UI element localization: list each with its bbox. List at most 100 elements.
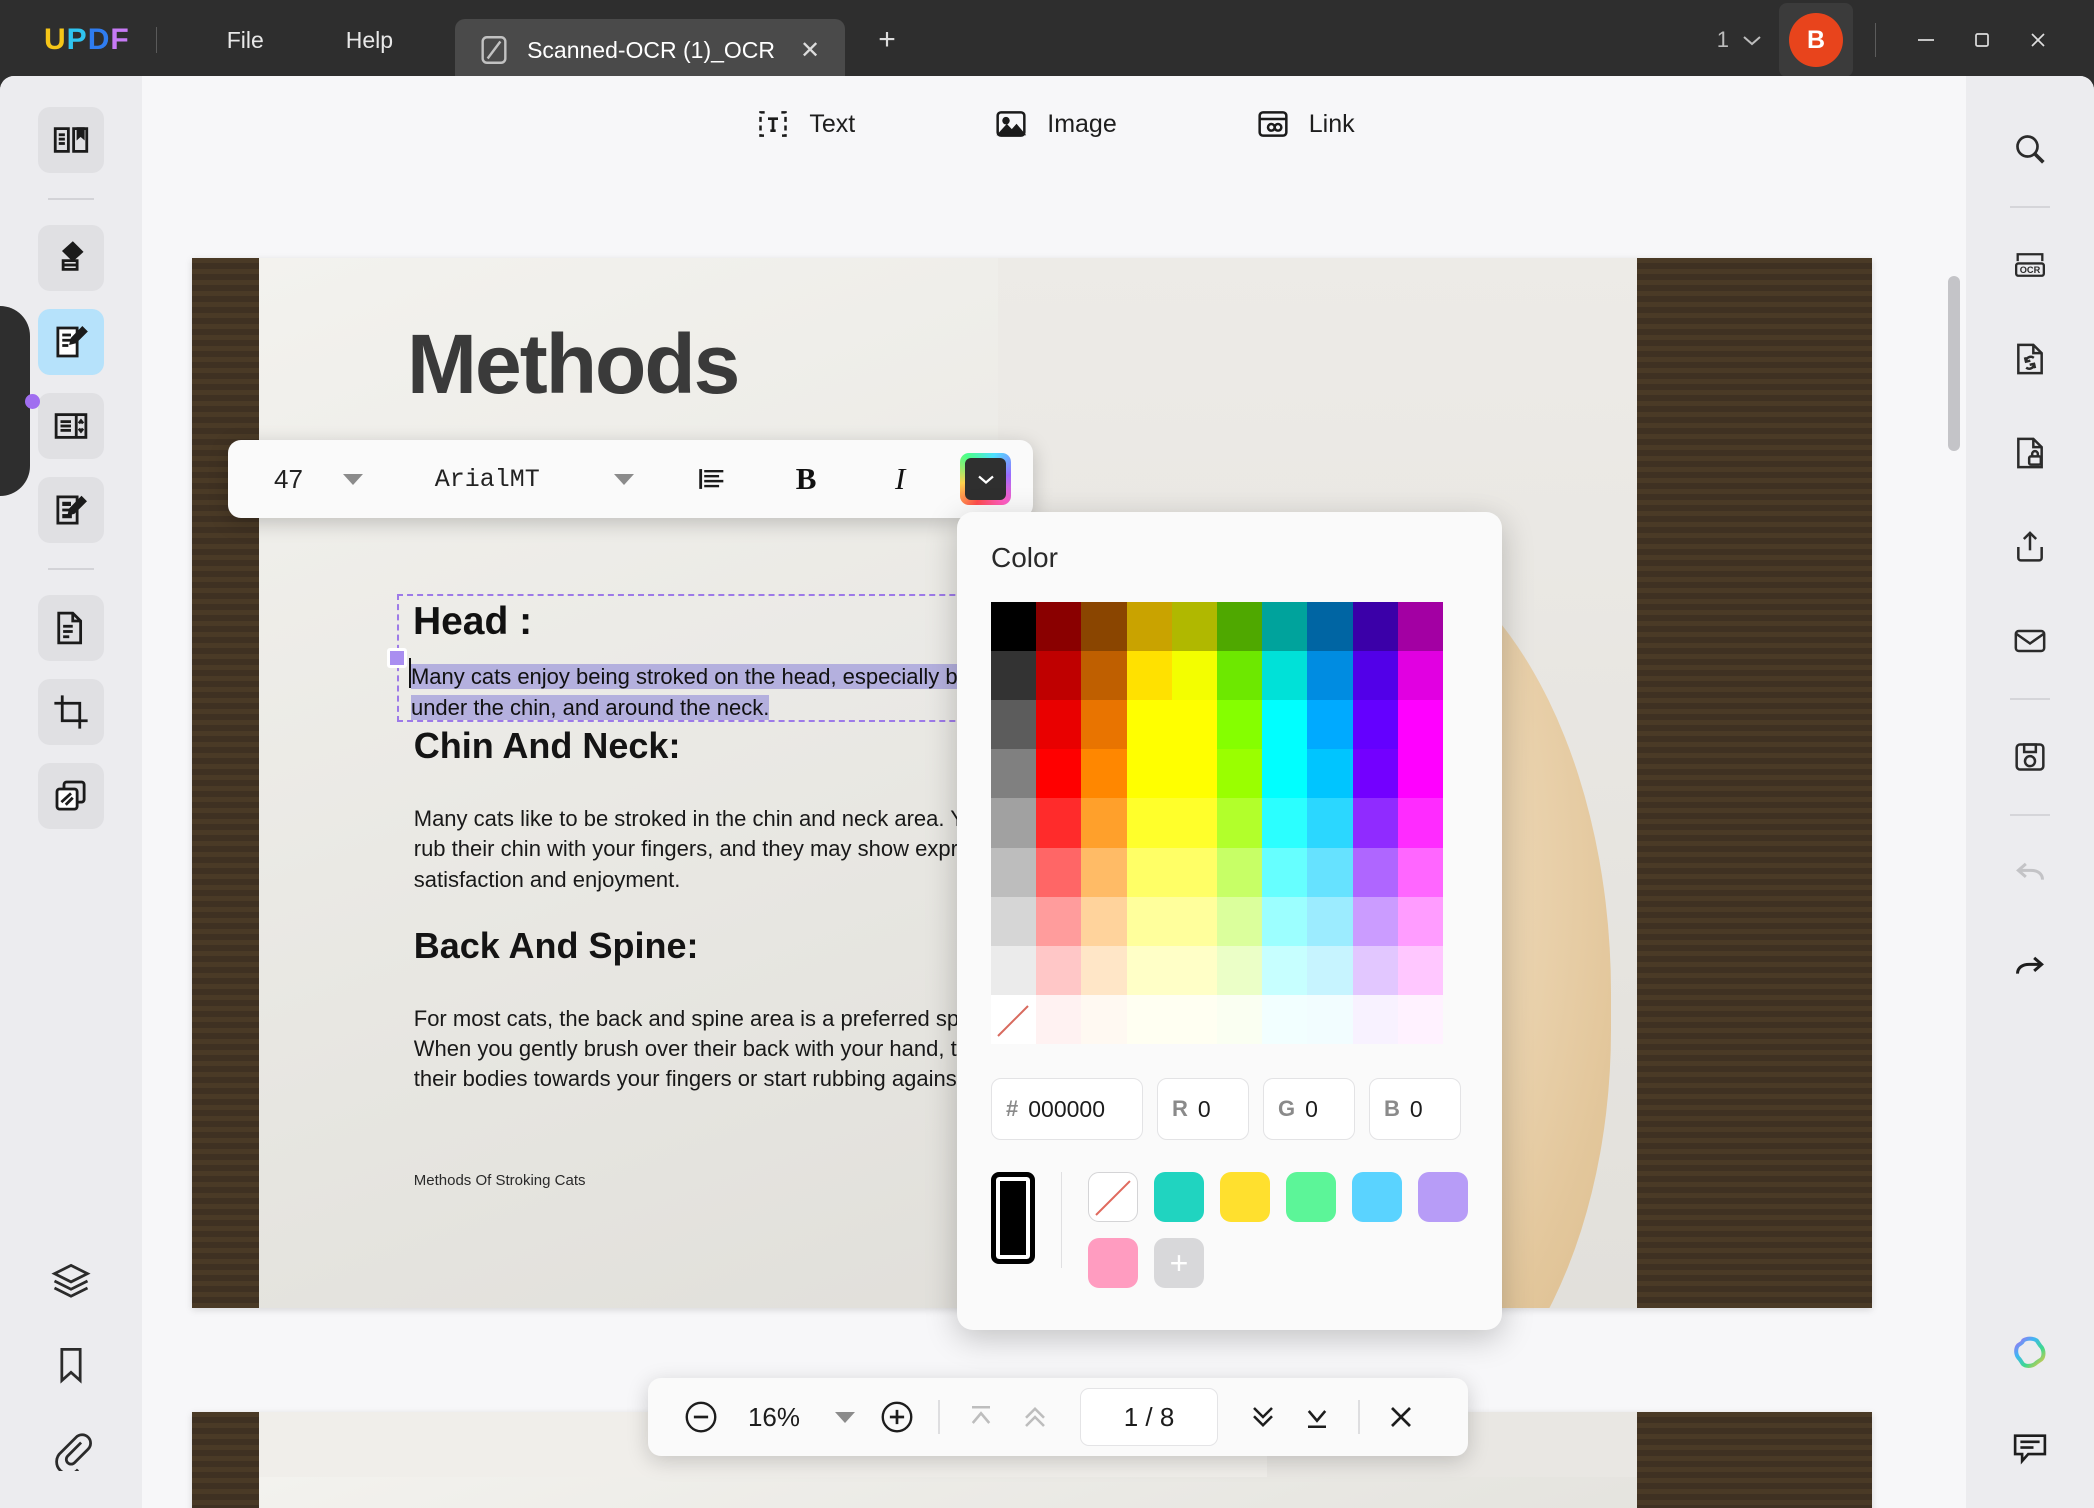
color-cell[interactable] (991, 945, 1037, 995)
color-cell[interactable] (991, 749, 1037, 799)
sidebar-item-email[interactable] (1999, 610, 2061, 672)
color-cell[interactable] (1352, 798, 1398, 848)
color-cell[interactable] (1262, 896, 1308, 946)
bold-button[interactable]: B (776, 451, 836, 507)
color-cell[interactable] (1081, 896, 1127, 946)
align-button[interactable] (682, 451, 742, 507)
color-cell[interactable] (1352, 945, 1398, 995)
yellow-swatch[interactable] (1220, 1172, 1270, 1222)
font-family-value[interactable]: ArialMT (381, 465, 594, 494)
minimize-button[interactable] (1898, 12, 1954, 68)
color-cell[interactable] (1217, 602, 1263, 652)
color-cell[interactable] (1307, 700, 1353, 750)
color-cell[interactable] (1171, 896, 1217, 946)
color-cell[interactable] (1217, 700, 1263, 750)
tool-text[interactable]: Text (735, 94, 873, 154)
font-size-dropdown[interactable] (326, 473, 380, 485)
color-cell[interactable] (1352, 602, 1398, 652)
color-cell[interactable] (1126, 749, 1172, 799)
color-cell[interactable] (991, 602, 1037, 652)
color-cell[interactable] (1307, 847, 1353, 897)
new-tab-button[interactable]: + (867, 20, 907, 60)
color-cell[interactable] (1262, 994, 1308, 1044)
last-page-button[interactable] (1290, 1390, 1344, 1444)
color-cell[interactable] (1262, 651, 1308, 701)
color-cell[interactable] (1171, 700, 1217, 750)
blue-field[interactable]: B 0 (1369, 1078, 1461, 1140)
color-cell[interactable] (1397, 945, 1443, 995)
sidebar-item-form[interactable] (38, 393, 104, 459)
color-cell[interactable] (1307, 602, 1353, 652)
sidebar-item-reader[interactable] (38, 107, 104, 173)
italic-button[interactable]: I (870, 451, 930, 507)
purple-swatch[interactable] (1418, 1172, 1468, 1222)
sidebar-item-search[interactable] (1999, 118, 2061, 180)
color-cell[interactable] (1081, 945, 1127, 995)
color-cell[interactable] (1217, 994, 1263, 1044)
color-cell[interactable] (1397, 651, 1443, 701)
menu-file[interactable]: File (207, 19, 284, 62)
color-cell[interactable] (1081, 749, 1127, 799)
color-cell[interactable] (1397, 847, 1443, 897)
color-cell[interactable] (1262, 749, 1308, 799)
pink-swatch[interactable] (1088, 1238, 1138, 1288)
color-cell[interactable] (991, 994, 1037, 1044)
color-cell[interactable] (1081, 700, 1127, 750)
color-cell[interactable] (1217, 847, 1263, 897)
color-cell[interactable] (991, 651, 1037, 701)
add-color-swatch[interactable]: + (1154, 1238, 1204, 1288)
prev-page-button[interactable] (1008, 1390, 1062, 1444)
account-button[interactable]: B (1779, 3, 1853, 77)
sidebar-item-bookmarks[interactable] (38, 1332, 104, 1398)
color-cell[interactable] (1126, 945, 1172, 995)
close-window-button[interactable] (2010, 12, 2066, 68)
blue-swatch[interactable] (1352, 1172, 1402, 1222)
tool-image[interactable]: Image (973, 94, 1134, 154)
sidebar-item-protect[interactable] (1999, 422, 2061, 484)
zoom-out-button[interactable] (674, 1390, 728, 1444)
color-cell[interactable] (1262, 847, 1308, 897)
color-cell[interactable] (1126, 798, 1172, 848)
font-family-dropdown[interactable] (594, 473, 654, 485)
color-cell[interactable] (1036, 651, 1082, 701)
color-cell[interactable] (1352, 847, 1398, 897)
maximize-button[interactable] (1954, 12, 2010, 68)
color-cell[interactable] (1352, 700, 1398, 750)
green-swatch[interactable] (1286, 1172, 1336, 1222)
zoom-dropdown[interactable] (820, 1411, 870, 1423)
color-cell[interactable] (991, 847, 1037, 897)
color-cell[interactable] (1126, 651, 1172, 701)
color-cell[interactable] (1397, 994, 1443, 1044)
no-color-swatch[interactable] (1088, 1172, 1138, 1222)
color-cell[interactable] (1397, 798, 1443, 848)
color-cell[interactable] (1262, 945, 1308, 995)
color-cell[interactable] (1307, 896, 1353, 946)
color-grid[interactable] (991, 602, 1443, 1044)
sidebar-item-edit-pdf[interactable] (38, 309, 104, 375)
color-cell[interactable] (1036, 945, 1082, 995)
window-count[interactable]: 1 (1717, 27, 1763, 53)
sidebar-item-comments[interactable] (1999, 1416, 2061, 1478)
sidebar-item-layers[interactable] (38, 1248, 104, 1314)
first-page-button[interactable] (954, 1390, 1008, 1444)
color-cell[interactable] (1352, 994, 1398, 1044)
color-cell[interactable] (1126, 700, 1172, 750)
color-cell[interactable] (1217, 798, 1263, 848)
color-cell[interactable] (1262, 700, 1308, 750)
color-cell[interactable] (991, 798, 1037, 848)
color-cell[interactable] (1036, 700, 1082, 750)
sidebar-item-organize[interactable] (38, 595, 104, 661)
color-cell[interactable] (1307, 994, 1353, 1044)
color-cell[interactable] (1307, 749, 1353, 799)
color-cell[interactable] (1081, 651, 1127, 701)
color-cell[interactable] (991, 896, 1037, 946)
page-indicator[interactable]: 1 / 8 (1080, 1388, 1218, 1446)
font-size-value[interactable]: 47 (250, 464, 326, 495)
document-tab[interactable]: Scanned-OCR (1)_OCR ✕ (455, 19, 846, 81)
color-cell[interactable] (1171, 847, 1217, 897)
scrollbar-thumb[interactable] (1948, 276, 1960, 451)
close-navbar-button[interactable] (1374, 1390, 1428, 1444)
color-cell[interactable] (1217, 945, 1263, 995)
color-cell[interactable] (1126, 847, 1172, 897)
sidebar-item-crop[interactable] (38, 679, 104, 745)
